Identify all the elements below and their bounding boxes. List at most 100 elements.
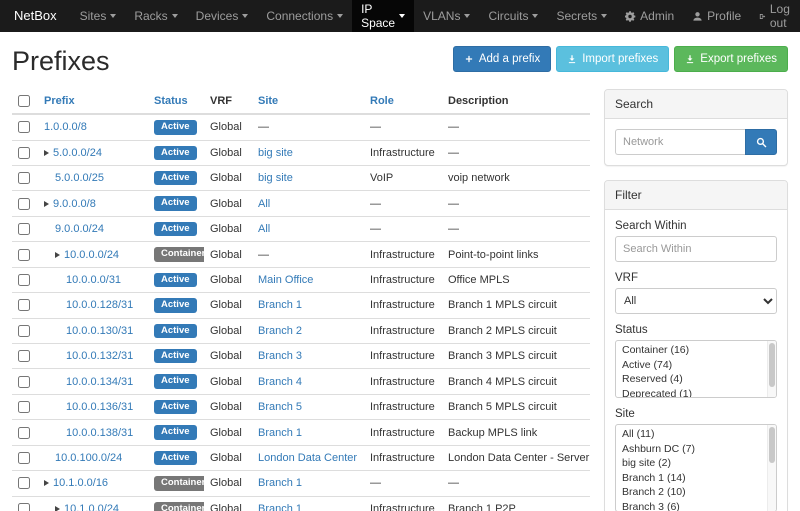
site-listbox[interactable]: All (11)Ashburn DC (7)big site (2)Branch… <box>615 424 777 511</box>
column-header-site[interactable]: Site <box>258 95 278 107</box>
navbar-item-devices[interactable]: Devices <box>187 0 258 32</box>
site-link[interactable]: All <box>258 198 270 210</box>
site-cell: Branch 4 <box>252 369 364 394</box>
prefix-link[interactable]: 1.0.0.0/8 <box>44 121 87 133</box>
vrf-cell: Global <box>204 191 252 216</box>
prefix-link[interactable]: 10.0.0.134/31 <box>66 376 133 388</box>
site-link[interactable]: All <box>258 223 270 235</box>
row-checkbox[interactable] <box>18 249 30 261</box>
row-checkbox[interactable] <box>18 299 30 311</box>
navbar-item-racks[interactable]: Racks <box>125 0 186 32</box>
site-link[interactable]: Main Office <box>258 274 313 286</box>
column-header-prefix[interactable]: Prefix <box>44 95 75 107</box>
row-checkbox[interactable] <box>18 350 30 362</box>
prefix-link[interactable]: 10.0.0.138/31 <box>66 427 133 439</box>
site-link[interactable]: Branch 1 <box>258 503 302 511</box>
navbar-item-sites[interactable]: Sites <box>71 0 126 32</box>
navbar-item-ip-space[interactable]: IP Space <box>352 0 414 32</box>
export-prefixes-button[interactable]: Export prefixes <box>674 46 788 72</box>
status-listbox-scrollbar[interactable] <box>767 341 776 397</box>
vrf-select[interactable]: All <box>615 288 777 314</box>
prefix-link[interactable]: 10.0.0.130/31 <box>66 325 133 337</box>
site-link[interactable]: Branch 2 <box>258 325 302 337</box>
row-checkbox[interactable] <box>18 452 30 464</box>
import-prefixes-button[interactable]: Import prefixes <box>556 46 669 72</box>
prefix-link[interactable]: 10.0.0.0/31 <box>66 274 121 286</box>
site-link[interactable]: Branch 1 <box>258 477 302 489</box>
row-checkbox[interactable] <box>18 401 30 413</box>
status-badge: Container <box>154 502 204 511</box>
site-option[interactable]: Branch 1 (14) <box>616 471 776 486</box>
site-link[interactable]: Branch 1 <box>258 427 302 439</box>
site-link[interactable]: Branch 3 <box>258 350 302 362</box>
search-input[interactable] <box>615 129 745 155</box>
row-checkbox[interactable] <box>18 147 30 159</box>
status-option[interactable]: Reserved (4) <box>616 372 776 387</box>
row-checkbox[interactable] <box>18 198 30 210</box>
description-cell: Branch 1 MPLS circuit <box>442 293 590 318</box>
row-checkbox[interactable] <box>18 223 30 235</box>
prefix-link[interactable]: 9.0.0.0/8 <box>53 198 96 210</box>
prefix-cell: 10.0.100.0/24 <box>38 445 148 470</box>
search-within-input[interactable] <box>615 236 777 262</box>
row-checkbox[interactable] <box>18 172 30 184</box>
prefix-link[interactable]: 5.0.0.0/25 <box>55 172 104 184</box>
column-header-role[interactable]: Role <box>370 95 394 107</box>
row-checkbox[interactable] <box>18 325 30 337</box>
row-checkbox[interactable] <box>18 477 30 489</box>
navbar-item-circuits[interactable]: Circuits <box>479 0 547 32</box>
navbar-item-vlans[interactable]: VLANs <box>414 0 479 32</box>
vrf-cell: Global <box>204 394 252 419</box>
site-option[interactable]: All (11) <box>616 427 776 442</box>
site-link[interactable]: London Data Center <box>258 452 357 464</box>
brand[interactable]: NetBox <box>0 0 71 32</box>
status-option[interactable]: Active (74) <box>616 358 776 373</box>
search-icon <box>756 137 767 148</box>
prefix-link[interactable]: 10.1.0.0/16 <box>53 477 108 489</box>
table-row: 9.0.0.0/24 Active Global All — — <box>12 216 590 241</box>
row-checkbox[interactable] <box>18 427 30 439</box>
site-link[interactable]: big site <box>258 147 293 159</box>
row-checkbox[interactable] <box>18 503 30 511</box>
site-link[interactable]: Branch 4 <box>258 376 302 388</box>
prefix-link[interactable]: 10.0.0.132/31 <box>66 350 133 362</box>
site-option[interactable]: Ashburn DC (7) <box>616 442 776 457</box>
logout-link[interactable]: Log out <box>750 0 800 32</box>
status-badge: Active <box>154 273 197 287</box>
site-option[interactable]: big site (2) <box>616 456 776 471</box>
site-listbox-scrollbar[interactable] <box>767 425 776 511</box>
table-row: 10.0.0.128/31 Active Global Branch 1 Inf… <box>12 293 590 318</box>
admin-link[interactable]: Admin <box>616 0 683 32</box>
row-checkbox[interactable] <box>18 274 30 286</box>
search-button[interactable] <box>745 129 777 155</box>
role-cell: Infrastructure <box>364 496 442 511</box>
prefix-link[interactable]: 10.0.100.0/24 <box>55 452 122 464</box>
select-all-checkbox[interactable] <box>18 95 30 107</box>
status-option[interactable]: Container (16) <box>616 343 776 358</box>
prefix-link[interactable]: 10.0.0.0/24 <box>64 249 119 261</box>
prefix-link[interactable]: 9.0.0.0/24 <box>55 223 104 235</box>
navbar-item-connections[interactable]: Connections <box>257 0 352 32</box>
table-row: 9.0.0.0/8 Active Global All — — <box>12 191 590 216</box>
status-option[interactable]: Deprecated (1) <box>616 387 776 399</box>
site-link[interactable]: Branch 5 <box>258 401 302 413</box>
prefix-link[interactable]: 10.0.0.136/31 <box>66 401 133 413</box>
prefix-link[interactable]: 10.0.0.128/31 <box>66 299 133 311</box>
prefix-link[interactable]: 10.1.0.0/24 <box>64 503 119 511</box>
add-prefix-button[interactable]: Add a prefix <box>453 46 551 72</box>
profile-link[interactable]: Profile <box>683 0 750 32</box>
site-option[interactable]: Branch 2 (10) <box>616 485 776 500</box>
prefix-cell: 10.0.0.0/24 <box>38 242 148 267</box>
status-listbox[interactable]: Container (16)Active (74)Reserved (4)Dep… <box>615 340 777 398</box>
site-link[interactable]: big site <box>258 172 293 184</box>
site-link[interactable]: Branch 1 <box>258 299 302 311</box>
row-checkbox[interactable] <box>18 121 30 133</box>
site-option[interactable]: Branch 3 (6) <box>616 500 776 511</box>
row-checkbox[interactable] <box>18 376 30 388</box>
prefix-link[interactable]: 5.0.0.0/24 <box>53 147 102 159</box>
column-header-status[interactable]: Status <box>154 95 188 107</box>
status-cell: Active <box>148 445 204 470</box>
row-checkbox-cell <box>12 394 38 419</box>
navbar-item-secrets[interactable]: Secrets <box>547 0 616 32</box>
chevron-down-icon <box>464 14 470 18</box>
